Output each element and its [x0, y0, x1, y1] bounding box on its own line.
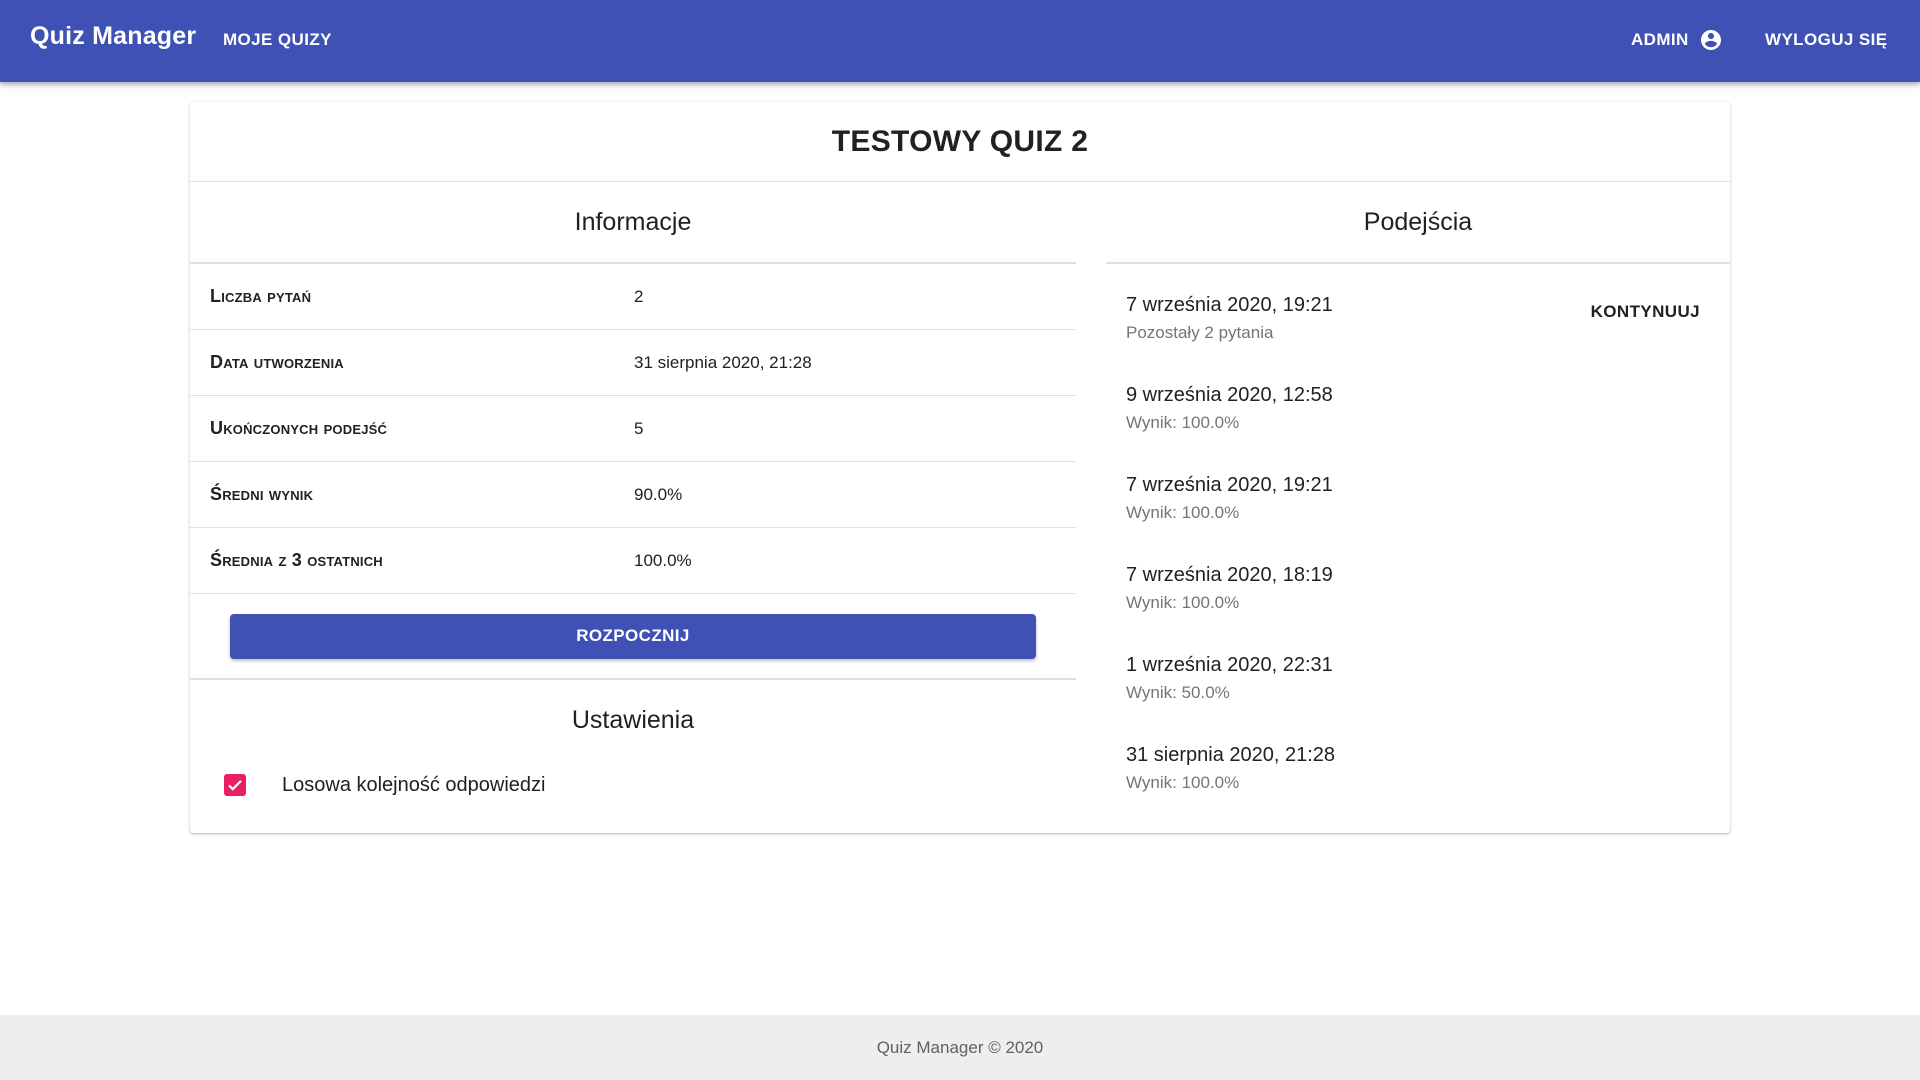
attempt-item: 1 września 2020, 22:31 Wynik: 50.0%: [1106, 646, 1730, 736]
info-row: Średni wynik 90.0%: [190, 462, 1076, 528]
checkmark-icon: [228, 780, 242, 791]
attempt-score: Wynik: 100.0%: [1126, 773, 1240, 792]
start-quiz-button[interactable]: ROZPOCZNIJ: [230, 613, 1036, 659]
info-value: 90.0%: [634, 484, 683, 504]
attempt-date: 7 września 2020, 18:19: [1126, 564, 1333, 586]
attempt-score: Wynik: 100.0%: [1126, 503, 1240, 522]
info-label: Ukończonych podejść: [210, 418, 388, 438]
attempt-score: Wynik: 50.0%: [1126, 683, 1230, 702]
random-order-label: Losowa kolejność odpowiedzi: [282, 773, 546, 796]
attempts-list: 7 września 2020, 19:21 Pozostały 2 pytan…: [1106, 264, 1730, 826]
attempt-date: 1 września 2020, 22:31: [1126, 654, 1333, 676]
info-label: Średnia z 3 ostatnich: [210, 550, 383, 570]
info-label: Średni wynik: [210, 484, 314, 504]
info-row: Data utworzenia 31 sierpnia 2020, 21:28: [190, 330, 1076, 396]
info-row: Liczba pytań 2: [190, 264, 1076, 330]
quiz-title: TESTOWY QUIZ 2: [190, 102, 1730, 182]
admin-label: ADMIN: [1631, 30, 1689, 49]
setting-random-order[interactable]: Losowa kolejność odpowiedzi: [190, 760, 1076, 810]
brand-title[interactable]: Quiz Manager: [30, 22, 196, 51]
start-button-container: ROZPOCZNIJ: [190, 594, 1076, 680]
info-row: Ukończonych podejść 5: [190, 396, 1076, 462]
attempts-heading: Podejścia: [1106, 182, 1730, 264]
info-value: 31 sierpnia 2020, 21:28: [634, 352, 812, 372]
footer-text: Quiz Manager © 2020: [876, 1037, 1044, 1057]
attempts-column: Podejścia 7 września 2020, 19:21 Pozosta…: [1106, 182, 1730, 826]
attempt-score: Wynik: 100.0%: [1126, 413, 1240, 432]
attempt-item: 31 sierpnia 2020, 21:28 Wynik: 100.0%: [1106, 736, 1730, 826]
info-column: Informacje Liczba pytań 2 Data utworzeni…: [190, 182, 1076, 810]
admin-button[interactable]: ADMIN: [1631, 28, 1723, 52]
settings-heading: Ustawienia: [571, 705, 695, 734]
attempt-item: 7 września 2020, 18:19 Wynik: 100.0%: [1106, 556, 1730, 646]
info-value: 5: [634, 418, 644, 438]
info-label: Data utworzenia: [210, 352, 344, 372]
continue-button[interactable]: KONTYNUUJ: [1591, 302, 1700, 322]
random-order-checkbox[interactable]: [224, 774, 246, 796]
attempt-date: 7 września 2020, 19:21: [1126, 474, 1333, 496]
info-value: 100.0%: [634, 550, 692, 570]
account-circle-icon: [1700, 30, 1721, 50]
attempt-date: 9 września 2020, 12:58: [1126, 384, 1333, 406]
info-heading: Informacje: [190, 182, 1076, 264]
info-row: Średnia z 3 ostatnich 100.0%: [190, 528, 1076, 594]
attempt-item: 9 września 2020, 12:58 Wynik: 100.0%: [1106, 376, 1730, 466]
info-value: 2: [634, 286, 644, 306]
my-quizzes-button[interactable]: MOJE QUIZY: [223, 30, 332, 50]
quiz-card: TESTOWY QUIZ 2 Informacje Liczba pytań 2…: [190, 102, 1730, 833]
attempt-item: 7 września 2020, 19:21 Pozostały 2 pytan…: [1106, 286, 1730, 376]
footer: Quiz Manager © 2020: [0, 1015, 1920, 1080]
attempt-item: 7 września 2020, 19:21 Wynik: 100.0%: [1106, 466, 1730, 556]
attempt-status: Pozostały 2 pytania: [1126, 323, 1274, 342]
logout-button[interactable]: WYLOGUJ SIĘ: [1765, 30, 1887, 50]
info-label: Liczba pytań: [210, 286, 312, 306]
attempt-date: 31 sierpnia 2020, 21:28: [1126, 744, 1336, 766]
attempt-score: Wynik: 100.0%: [1126, 593, 1240, 612]
app-bar: Quiz Manager MOJE QUIZY ADMIN WYLOGUJ SI…: [0, 0, 1920, 82]
